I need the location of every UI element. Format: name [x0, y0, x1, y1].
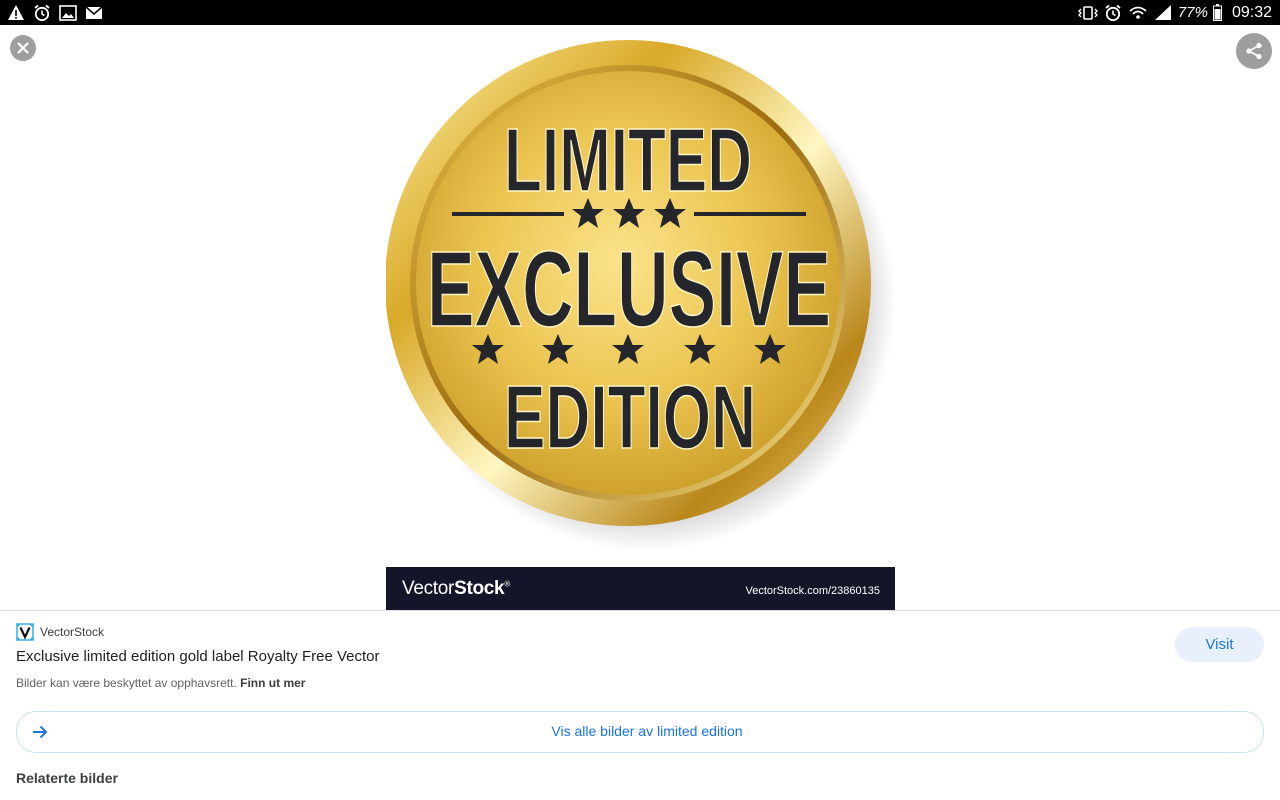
share-button[interactable] [1236, 33, 1272, 69]
learn-more-link[interactable]: Finn ut mer [240, 676, 305, 690]
clock: 09:32 [1231, 4, 1272, 21]
copyright-notice: Bilder kan være beskyttet av opphavsrett… [16, 676, 305, 690]
vibrate-icon [1078, 3, 1098, 22]
image-icon [58, 3, 78, 22]
visit-button[interactable]: Visit [1175, 627, 1264, 662]
see-all-images-button[interactable]: Vis alle bilder av limited edition [16, 711, 1264, 753]
mail-icon [84, 3, 104, 22]
status-bar-right: 77% 09:32 [1078, 3, 1272, 22]
badge-line-edition: EDITION [504, 368, 756, 468]
badge-line-limited: LIMITED [504, 111, 752, 211]
status-bar-left [6, 3, 104, 22]
related-images-heading: Relaterte bilder [16, 770, 118, 786]
see-all-label: Vis alle bilder av limited edition [551, 723, 743, 739]
battery-percent: 77% [1177, 4, 1208, 21]
result-image[interactable]: LIMITED EXCLUSIVE EDITION VectorStock® V… [386, 26, 895, 610]
signal-icon [1153, 3, 1173, 22]
wifi-icon [1128, 3, 1148, 22]
badge-line-exclusive: EXCLUSIVE [427, 228, 831, 349]
vectorstock-logo-icon [16, 623, 34, 641]
source-name: VectorStock [40, 625, 105, 639]
result-title[interactable]: Exclusive limited edition gold label Roy… [16, 648, 380, 665]
copyright-text: Bilder kan være beskyttet av opphavsrett… [16, 676, 237, 690]
limited-exclusive-edition-badge: LIMITED EXCLUSIVE EDITION [386, 40, 895, 551]
battery-icon [1213, 3, 1223, 22]
close-icon [17, 42, 29, 54]
status-bar: 77% 09:32 [0, 0, 1280, 25]
share-icon [1246, 42, 1262, 60]
warning-icon [6, 3, 26, 22]
close-button[interactable] [10, 35, 36, 61]
alarm-icon [1103, 3, 1123, 22]
divider [0, 610, 1280, 611]
watermark-reference: VectorStock.com/23860135 [745, 585, 880, 597]
alarm-icon [32, 3, 52, 22]
source-site[interactable]: VectorStock [16, 623, 104, 641]
watermark-banner: VectorStock® VectorStock.com/23860135 [386, 567, 895, 610]
watermark-brand: VectorStock® [402, 578, 510, 599]
